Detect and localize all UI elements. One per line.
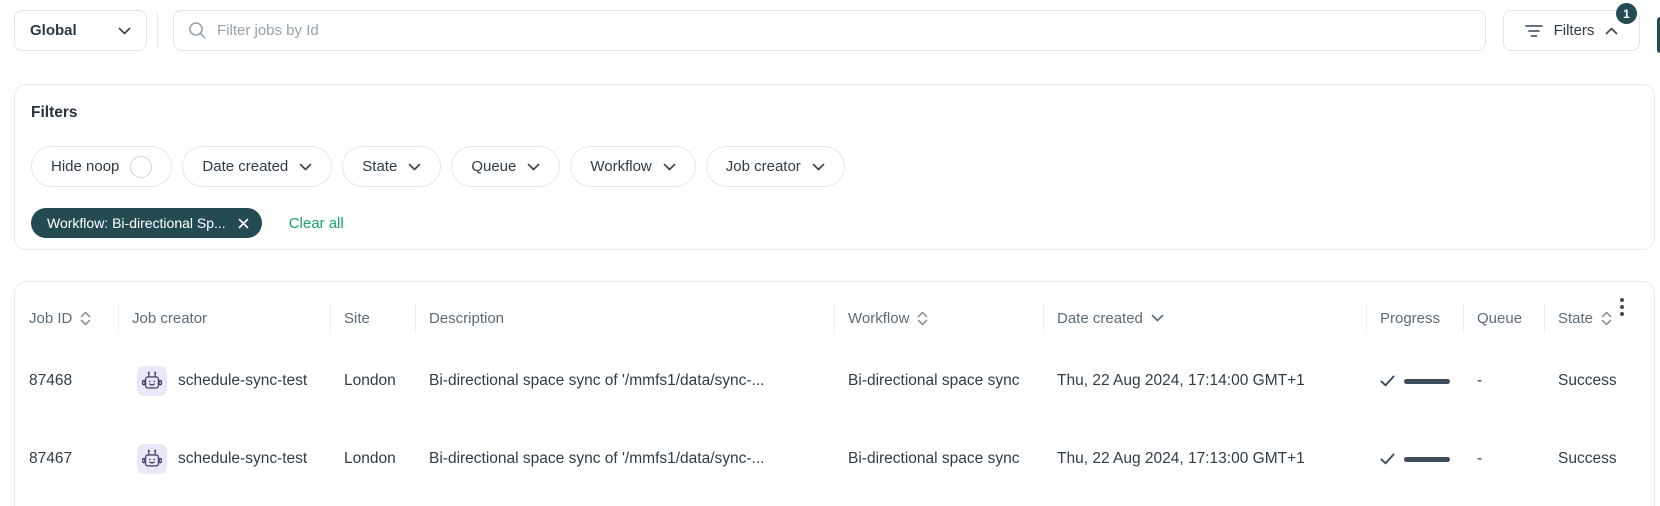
chevron-up-icon [1605, 27, 1618, 35]
column-header-date-created[interactable]: Date created [1043, 282, 1366, 354]
scope-selector-label: Global [30, 22, 77, 39]
column-label: Date created [1057, 310, 1143, 327]
jobs-table: Job ID Job creator Site Description Work… [14, 281, 1655, 506]
sort-icon [80, 311, 91, 326]
sort-desc-icon [1151, 314, 1164, 322]
chevron-down-icon [408, 163, 421, 171]
cell-state: Success [1544, 450, 1654, 468]
search-icon [188, 21, 207, 40]
cell-state: Success [1544, 372, 1654, 390]
chevron-down-icon [663, 163, 676, 171]
table-header-row: Job ID Job creator Site Description Work… [15, 282, 1654, 354]
column-label: State [1558, 310, 1593, 327]
jobs-page: Global Filters 1 Filters Hide noop [0, 0, 1660, 506]
sort-icon [917, 311, 928, 326]
cell-progress [1366, 453, 1463, 465]
column-label: Progress [1380, 310, 1440, 327]
column-label: Site [344, 310, 370, 327]
hide-noop-chip[interactable]: Hide noop [31, 146, 172, 187]
chevron-down-icon [118, 27, 131, 35]
filter-chip-job-creator[interactable]: Job creator [706, 146, 845, 187]
column-header-job-creator: Job creator [118, 282, 330, 354]
cell-description: Bi-directional space sync of '/mmfs1/dat… [415, 372, 834, 390]
filters-panel: Filters Hide noop Date created State Que… [14, 84, 1655, 250]
column-header-description: Description [415, 282, 834, 354]
cell-job-id: 87468 [15, 372, 118, 390]
column-label: Queue [1477, 310, 1522, 327]
scope-selector-dropdown[interactable]: Global [14, 10, 147, 51]
column-header-job-id[interactable]: Job ID [15, 282, 118, 354]
active-filter-tag-label: Workflow: Bi-directional Sp... [47, 215, 226, 231]
chip-label: Queue [471, 158, 516, 175]
progress-bar [1404, 379, 1450, 384]
table-row[interactable]: 87467 schedule-sync-test London Bi-direc… [15, 432, 1654, 506]
column-header-queue: Queue [1463, 282, 1544, 354]
topbar-divider [157, 13, 158, 48]
column-header-state[interactable]: State [1544, 282, 1654, 354]
table-options-menu-icon[interactable] [1616, 294, 1628, 320]
filters-panel-title: Filters [31, 104, 1638, 122]
column-label: Description [429, 310, 504, 327]
filter-chip-queue[interactable]: Queue [451, 146, 560, 187]
cell-site: London [330, 372, 415, 390]
filter-chip-date-created[interactable]: Date created [182, 146, 332, 187]
clear-all-filters-link[interactable]: Clear all [289, 215, 344, 232]
cell-job-creator: schedule-sync-test [118, 444, 330, 474]
chip-label: State [362, 158, 397, 175]
job-search[interactable] [173, 10, 1486, 51]
cell-job-creator: schedule-sync-test [118, 366, 330, 396]
cell-job-id: 87467 [15, 450, 118, 468]
robot-avatar-icon [137, 444, 167, 474]
column-label: Workflow [848, 310, 909, 327]
job-creator-name: schedule-sync-test [178, 372, 307, 390]
progress-bar [1404, 457, 1450, 462]
cell-date-created: Thu, 22 Aug 2024, 17:14:00 GMT+1 [1043, 372, 1366, 390]
cell-site: London [330, 450, 415, 468]
cell-queue: - [1463, 372, 1544, 390]
column-header-progress: Progress [1366, 282, 1463, 354]
column-header-site: Site [330, 282, 415, 354]
cell-queue: - [1463, 450, 1544, 468]
filter-chip-workflow[interactable]: Workflow [570, 146, 695, 187]
chevron-down-icon [299, 163, 312, 171]
close-icon[interactable] [238, 218, 249, 229]
chip-label: Date created [202, 158, 288, 175]
search-input[interactable] [217, 22, 1471, 39]
cell-progress [1366, 375, 1463, 387]
hide-noop-toggle[interactable] [130, 156, 152, 178]
check-icon [1380, 453, 1395, 465]
sort-icon [1601, 311, 1612, 326]
cell-description: Bi-directional space sync of '/mmfs1/dat… [415, 450, 834, 468]
chevron-down-icon [812, 163, 825, 171]
cell-date-created: Thu, 22 Aug 2024, 17:13:00 GMT+1 [1043, 450, 1366, 468]
table-row[interactable]: 87468 schedule-sync-test London Bi-direc… [15, 354, 1654, 432]
chevron-down-icon [527, 163, 540, 171]
column-header-workflow[interactable]: Workflow [834, 282, 1043, 354]
column-label: Job ID [29, 310, 72, 327]
filters-button-label: Filters [1554, 22, 1595, 39]
check-icon [1380, 375, 1395, 387]
cell-workflow: Bi-directional space sync [834, 372, 1043, 390]
filter-chip-state[interactable]: State [342, 146, 441, 187]
filter-chips-row: Hide noop Date created State Queue Workf… [31, 146, 1638, 187]
cell-workflow: Bi-directional space sync [834, 450, 1043, 468]
hide-noop-label: Hide noop [51, 158, 119, 175]
chip-label: Workflow [590, 158, 651, 175]
active-filters-count-badge: 1 [1616, 3, 1637, 24]
active-filter-tag-workflow[interactable]: Workflow: Bi-directional Sp... [31, 208, 262, 238]
filter-icon [1525, 24, 1543, 38]
active-filters-row: Workflow: Bi-directional Sp... Clear all [31, 208, 1638, 238]
robot-avatar-icon [137, 366, 167, 396]
chip-label: Job creator [726, 158, 801, 175]
job-creator-name: schedule-sync-test [178, 450, 307, 468]
column-label: Job creator [132, 310, 207, 327]
